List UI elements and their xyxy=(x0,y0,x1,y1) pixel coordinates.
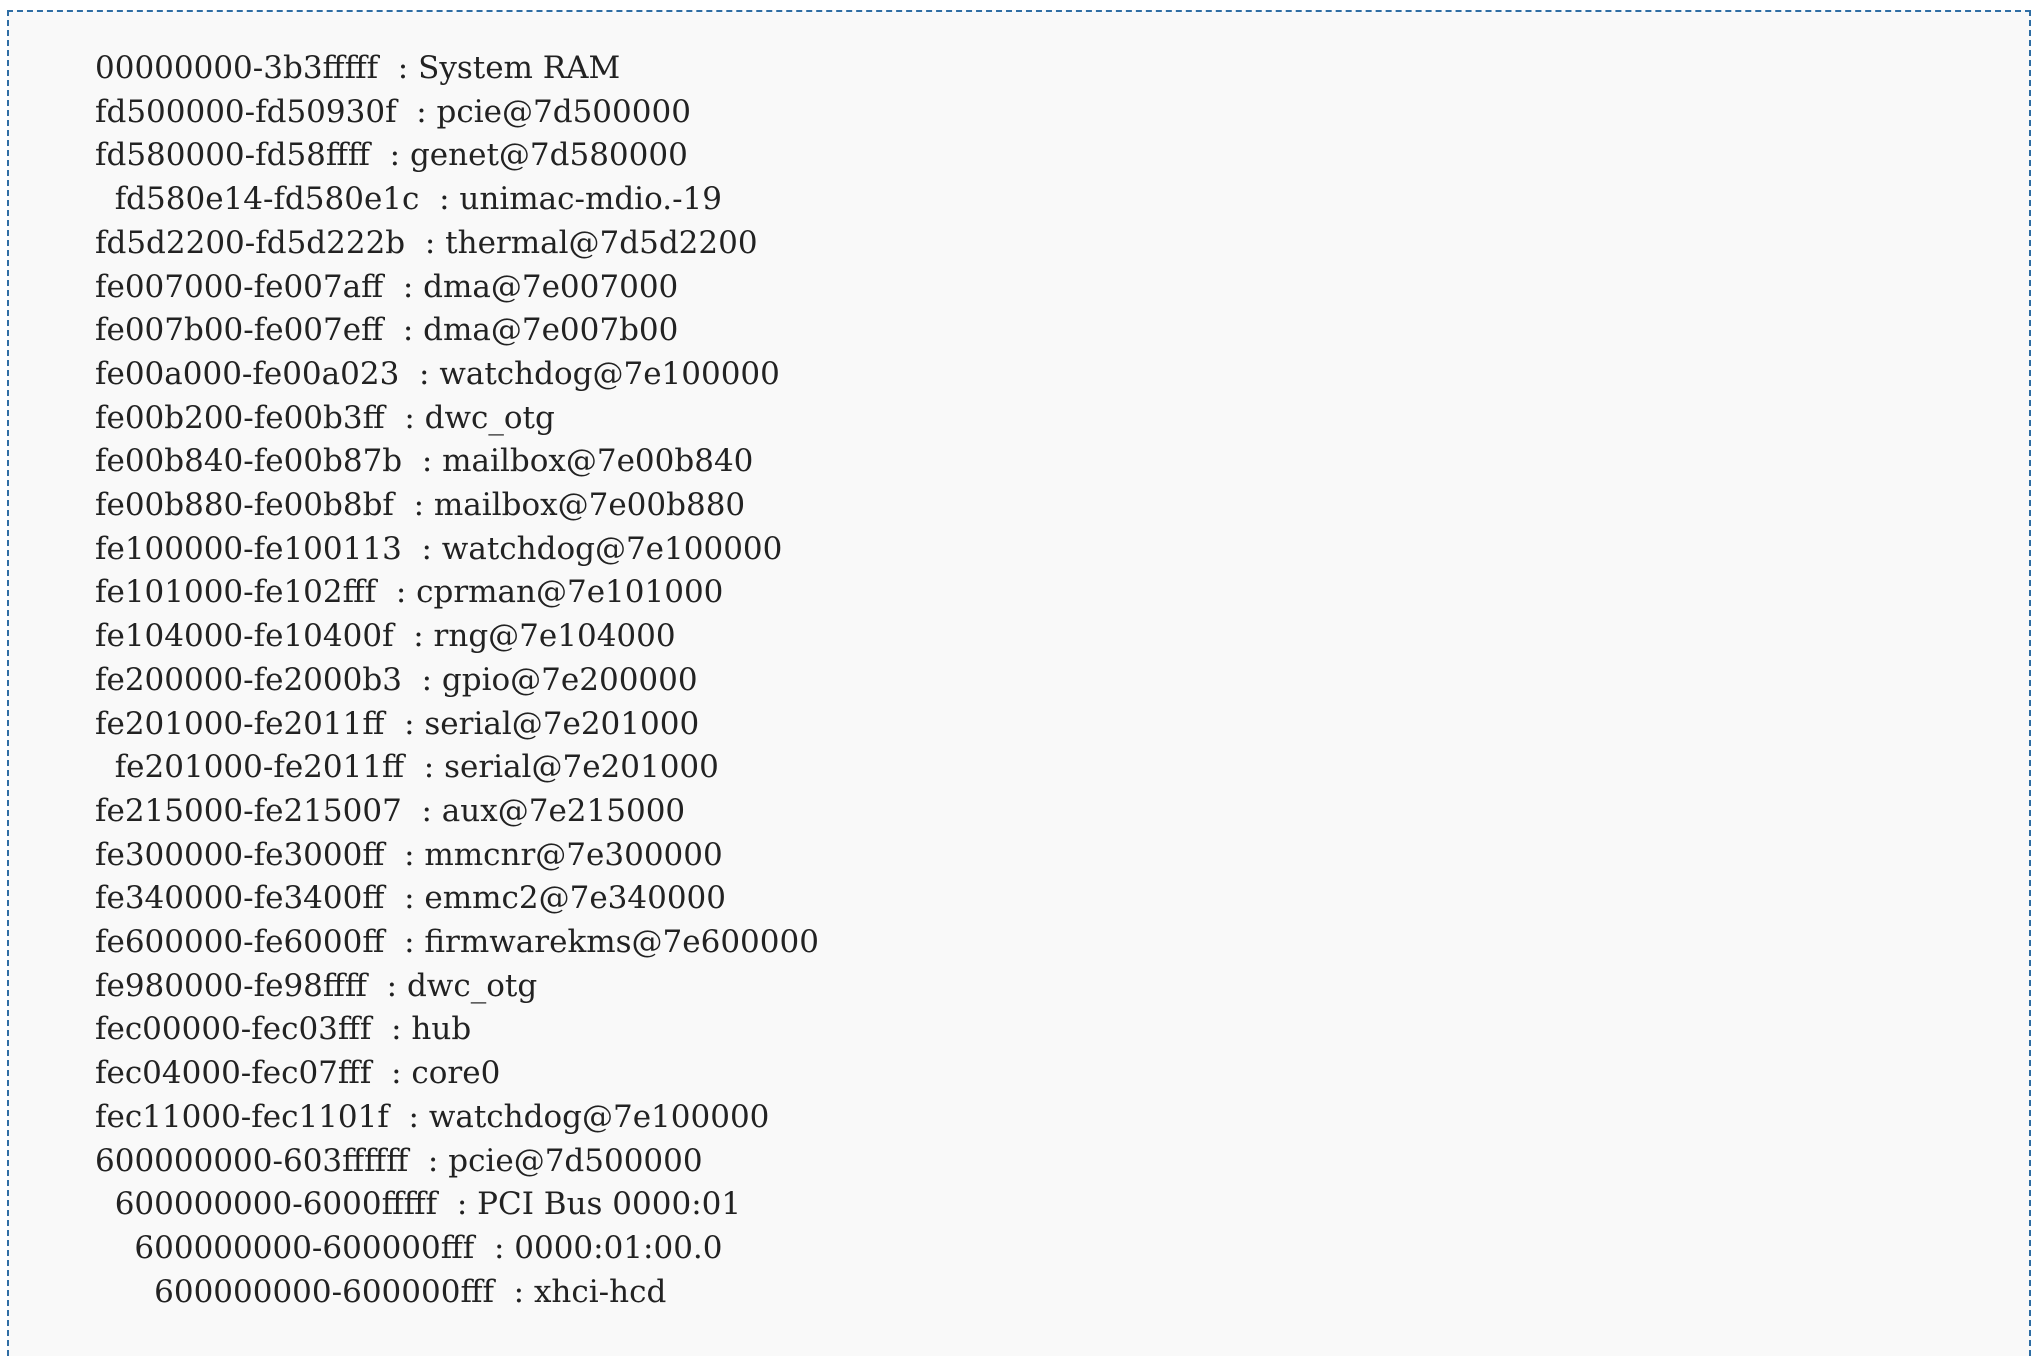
memory-map-line: 00000000-3b3fffff : System RAM xyxy=(95,50,621,86)
memory-map-line: fe00a000-fe00a023 : watchdog@7e100000 xyxy=(95,355,780,392)
memory-map-line: 600000000-600000fff : 0000:01:00.0 xyxy=(95,1229,723,1266)
memory-map-line: 600000000-603ffffff : pcie@7d500000 xyxy=(95,1142,703,1179)
memory-map-line: fec11000-fec1101f : watchdog@7e100000 xyxy=(95,1098,770,1135)
memory-map-line: fe00b200-fe00b3ff : dwc_otg xyxy=(95,399,555,436)
memory-map-line: fe201000-fe2011ff : serial@7e201000 xyxy=(95,749,719,786)
memory-map-line: fd5d2200-fd5d222b : thermal@7d5d2200 xyxy=(95,224,758,261)
memory-map-line: fe00b840-fe00b87b : mailbox@7e00b840 xyxy=(95,443,754,480)
memory-map-line: fe201000-fe2011ff : serial@7e201000 xyxy=(95,705,700,742)
memory-map-line: fe600000-fe6000ff : firmwarekms@7e600000 xyxy=(95,924,819,961)
memory-map-line: 600000000-600000fff : xhci-hcd xyxy=(95,1273,667,1310)
memory-map-line: fe300000-fe3000ff : mmcnr@7e300000 xyxy=(95,836,723,873)
memory-map-line: fec00000-fec03fff : hub xyxy=(95,1011,472,1048)
memory-map-line: fe00b880-fe00b8bf : mailbox@7e00b880 xyxy=(95,487,746,524)
memory-map-line: fe007000-fe007aff : dma@7e007000 xyxy=(95,268,679,305)
memory-map-line: fe340000-fe3400ff : emmc2@7e340000 xyxy=(95,880,727,917)
memory-map-line: fe101000-fe102fff : cprman@7e101000 xyxy=(95,574,724,611)
memory-map-line: fd580000-fd58ffff : genet@7d580000 xyxy=(95,137,688,174)
memory-map-listing: 00000000-3b3fffff : System RAM fd500000-f… xyxy=(95,47,819,1314)
memory-map-line: fe980000-fe98ffff : dwc_otg xyxy=(95,967,538,1004)
memory-map-line: fe100000-fe100113 : watchdog@7e100000 xyxy=(95,530,783,567)
memory-map-line: fd580e14-fd580e1c : unimac-mdio.-19 xyxy=(95,181,722,218)
code-block-frame: 00000000-3b3fffff : System RAM fd500000-f… xyxy=(7,10,2031,1356)
memory-map-line: fd500000-fd50930f : pcie@7d500000 xyxy=(95,93,691,130)
memory-map-line: fe215000-fe215007 : aux@7e215000 xyxy=(95,792,686,829)
memory-map-line: fe007b00-fe007eff : dma@7e007b00 xyxy=(95,312,679,349)
memory-map-line: 600000000-6000fffff : PCI Bus 0000:01 xyxy=(95,1186,742,1223)
memory-map-line: fe200000-fe2000b3 : gpio@7e200000 xyxy=(95,661,698,698)
memory-map-line: fe104000-fe10400f : rng@7e104000 xyxy=(95,618,676,655)
memory-map-line: fec04000-fec07fff : core0 xyxy=(95,1055,501,1092)
